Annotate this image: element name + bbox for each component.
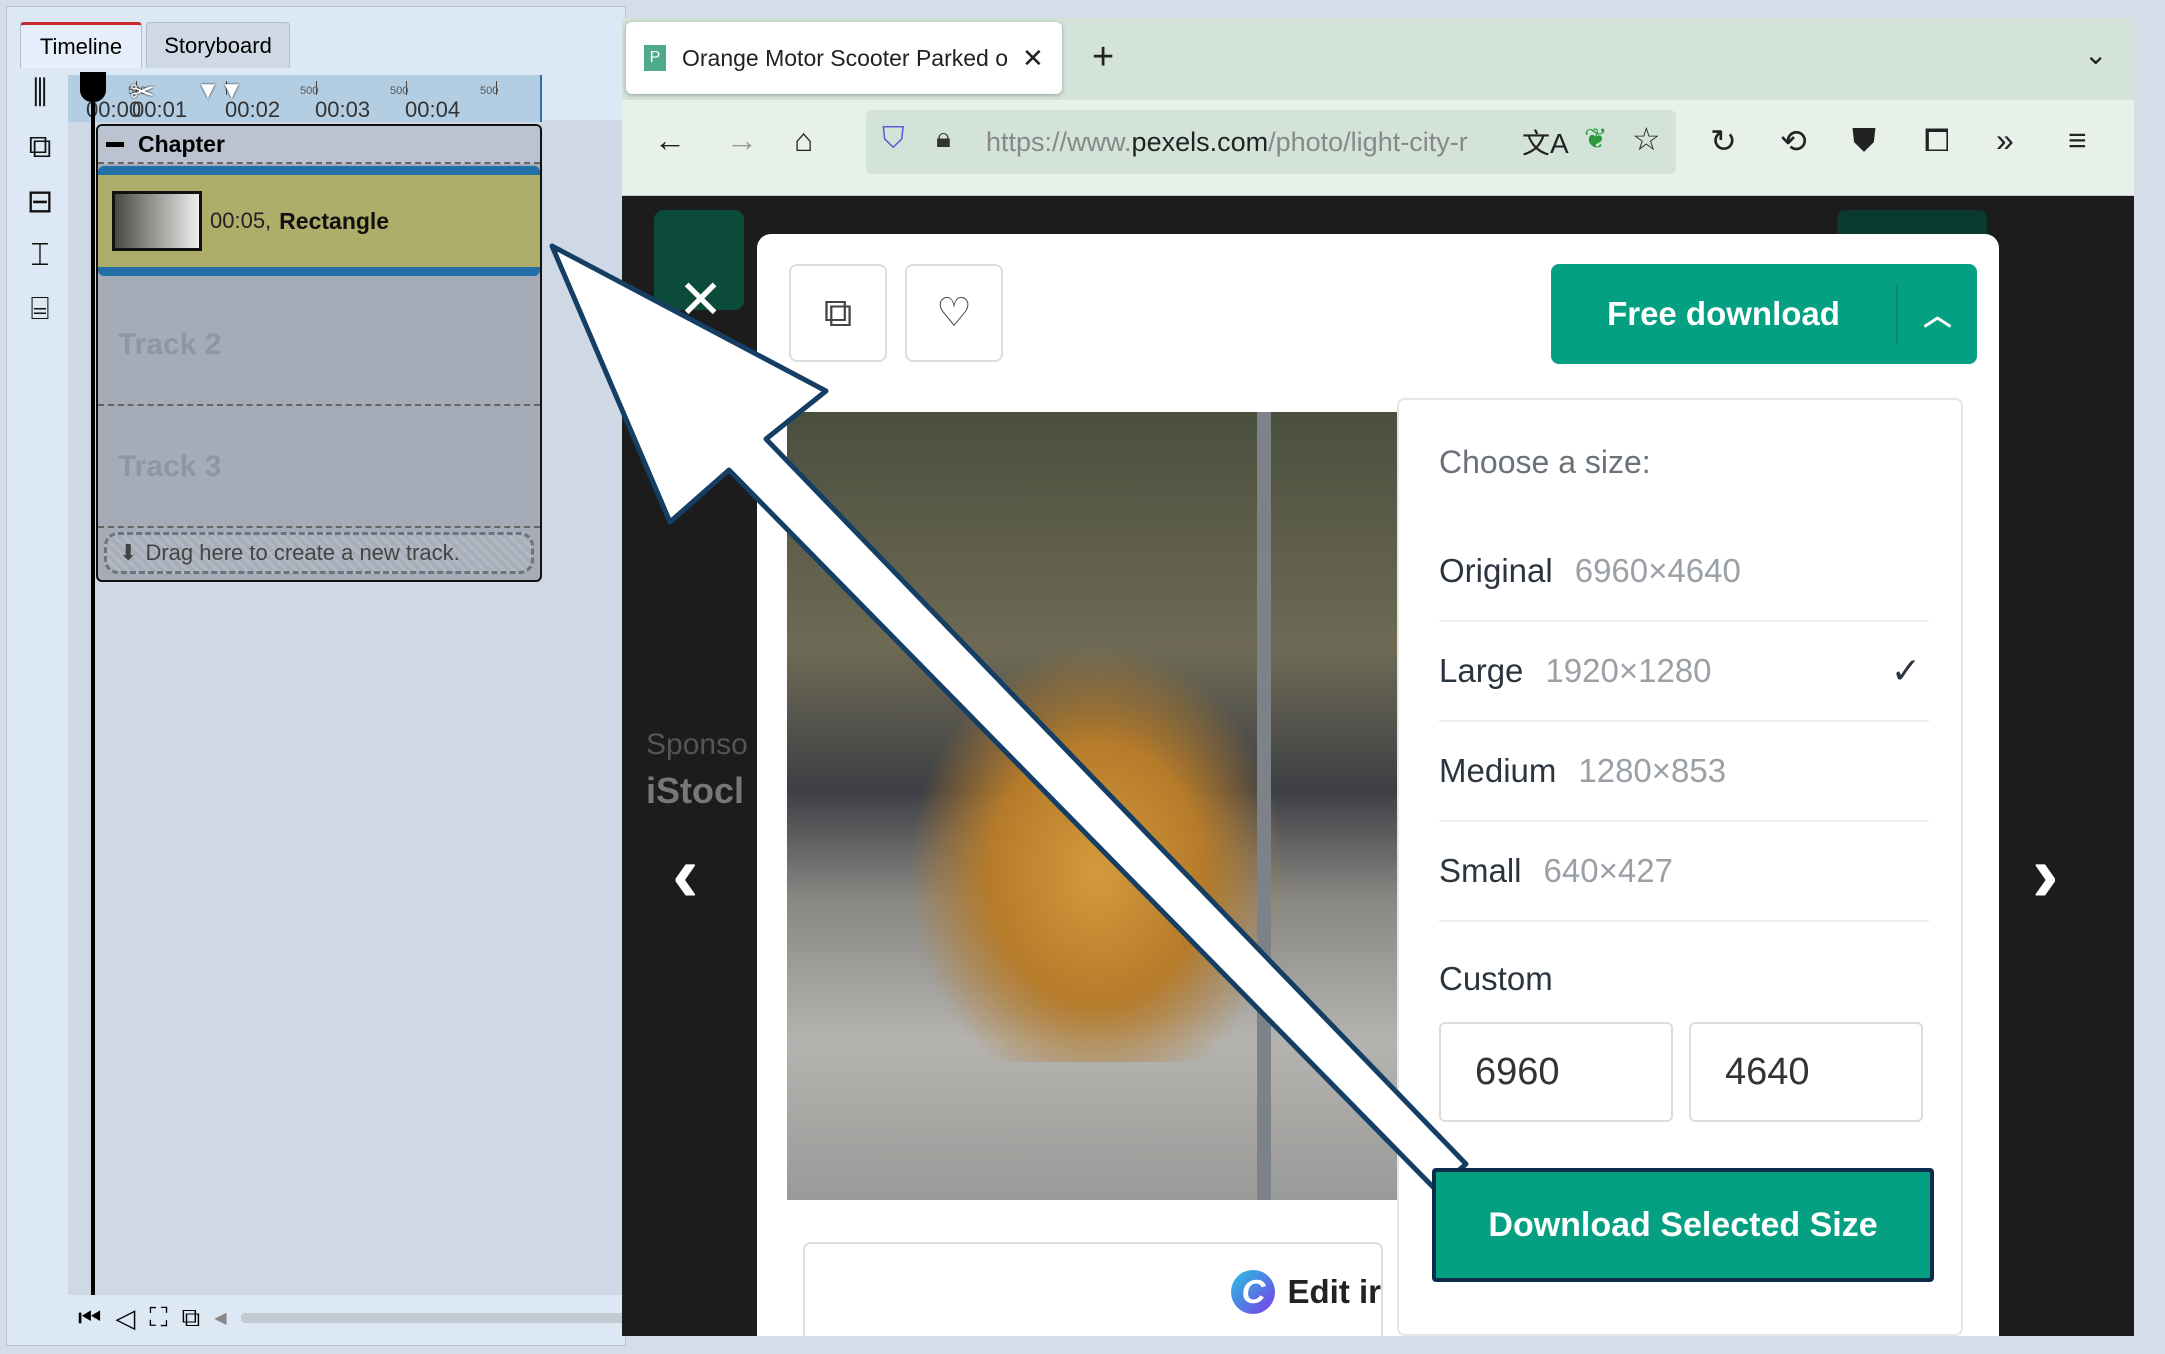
size-option-medium[interactable]: Medium 1280×853 bbox=[1439, 722, 1929, 822]
tab-list-icon[interactable]: ⌄ bbox=[2084, 38, 2107, 71]
add-track-icon[interactable]: ⧉ bbox=[18, 124, 62, 170]
step-back-icon[interactable]: ◁ bbox=[115, 1303, 135, 1334]
tab-timeline[interactable]: Timeline bbox=[20, 22, 142, 68]
browser-tab[interactable]: P Orange Motor Scooter Parked o ✕ bbox=[626, 22, 1062, 94]
sponsor-text: Sponso bbox=[646, 728, 748, 761]
menu-icon[interactable]: ≡ bbox=[2068, 122, 2087, 159]
extension-leaf-icon[interactable]: ❦ bbox=[1584, 122, 1607, 155]
custom-label: Custom bbox=[1439, 960, 1553, 997]
new-track-dropzone[interactable]: ⬇ Drag here to create a new track. bbox=[104, 532, 534, 574]
reload-icon[interactable]: ↻ bbox=[1710, 122, 1737, 160]
fit-view-icon[interactable]: ⛶ bbox=[149, 1302, 167, 1334]
tab-bar: P Orange Motor Scooter Parked o ✕ + ⌄ bbox=[622, 18, 2134, 100]
free-download-label: Free download bbox=[1607, 295, 1840, 332]
chevron-up-icon[interactable]: ︿ bbox=[1898, 294, 1977, 334]
url-domain: pexels.com bbox=[1131, 126, 1269, 157]
custom-height-input[interactable]: 4640 bbox=[1689, 1022, 1923, 1122]
canva-icon: C bbox=[1231, 1270, 1276, 1314]
history-icon[interactable]: ⟲ bbox=[1780, 122, 1807, 160]
ruler-minor: 500 bbox=[300, 85, 319, 97]
clip-thumbnail bbox=[112, 191, 202, 251]
marker-icon[interactable]: ▼▼ bbox=[196, 77, 244, 105]
sponsor-brand: iStocl bbox=[646, 770, 745, 811]
forward-icon[interactable]: → bbox=[726, 122, 758, 159]
time-ruler[interactable]: 500 500 500 500 00:00 00:01 00:02 00:03 … bbox=[68, 75, 542, 122]
ruler-label: 00:04 bbox=[405, 97, 461, 122]
edit-in-label: Edit ir bbox=[1287, 1273, 1381, 1310]
scooter-photo[interactable] bbox=[787, 412, 1403, 1200]
translate-icon[interactable]: 文A bbox=[1522, 122, 1569, 162]
clip-rectangle[interactable]: 00:05, Rectangle bbox=[98, 166, 540, 276]
bookmark-icon: ⧉ bbox=[823, 290, 853, 335]
like-button[interactable]: ♡ bbox=[905, 264, 1003, 362]
playhead[interactable] bbox=[91, 75, 95, 1295]
ruler-label: 00:03 bbox=[315, 97, 371, 122]
scroll-left-icon[interactable]: ◀ bbox=[214, 1308, 226, 1328]
chapter-header[interactable]: Chapter bbox=[98, 126, 540, 164]
expand-tracks-icon[interactable]: ⌸ bbox=[18, 286, 62, 332]
url-prefix: https://www. bbox=[986, 126, 1132, 157]
new-tab-icon[interactable]: + bbox=[1092, 36, 1114, 79]
pocket-icon[interactable]: ⛊ bbox=[1852, 122, 1876, 160]
clip-time: 00:05, bbox=[210, 208, 272, 233]
split-tracks-icon[interactable]: ⫼ bbox=[18, 70, 62, 116]
custom-width-input[interactable]: 6960 bbox=[1439, 1022, 1673, 1122]
heart-icon: ♡ bbox=[936, 291, 972, 335]
url-path: /photo/light-city-r bbox=[1268, 126, 1468, 157]
collapse-icon[interactable] bbox=[106, 142, 124, 147]
checkmark-icon: ✓ bbox=[1890, 650, 1921, 691]
nav-toolbar: ← → ⌂ ⛉ 🔒︎ https://www. pexels.com/photo/… bbox=[622, 100, 2134, 196]
scissors-icon[interactable]: ✂ bbox=[130, 75, 155, 110]
size-option-original[interactable]: Original 6960×4640 bbox=[1439, 522, 1929, 622]
collect-button[interactable]: ⧉ bbox=[789, 264, 887, 362]
track-3[interactable]: Track 3 bbox=[98, 408, 540, 528]
browser-window: P Orange Motor Scooter Parked o ✕ + ⌄ ← … bbox=[622, 18, 2134, 1336]
preview-icon[interactable]: ⧉ bbox=[182, 1302, 201, 1334]
remove-track-icon[interactable]: ⊟ bbox=[18, 178, 62, 224]
chapter-label: Chapter bbox=[138, 130, 225, 157]
overflow-icon[interactable]: » bbox=[1996, 122, 2014, 159]
url-bar[interactable]: ⛉ 🔒︎ https://www. pexels.com/photo/light-… bbox=[866, 110, 1676, 174]
transport-bar: ⏮ ◁ ⛶ ⧉ ◀ bbox=[70, 1298, 624, 1338]
timeline-toolbar: ⫼ ⧉ ⊟ ⌶ ⌸ bbox=[18, 70, 66, 370]
pexels-favicon-icon: P bbox=[644, 45, 666, 71]
scooter-shape bbox=[907, 642, 1287, 1062]
download-selected-size-button[interactable]: Download Selected Size bbox=[1432, 1168, 1934, 1282]
fit-tracks-icon[interactable]: ⌶ bbox=[18, 232, 62, 278]
size-option-small[interactable]: Small 640×427 bbox=[1439, 822, 1929, 922]
shield-icon[interactable]: ⛉ bbox=[882, 122, 905, 156]
horizontal-scrollbar[interactable] bbox=[240, 1313, 624, 1323]
track-list: Chapter 00:05, Rectangle Track 2 Track 3… bbox=[96, 124, 542, 582]
tab-title: Orange Motor Scooter Parked o bbox=[682, 44, 1008, 71]
tab-storyboard[interactable]: Storyboard bbox=[146, 22, 290, 68]
lock-icon[interactable]: 🔒︎ bbox=[936, 122, 951, 155]
back-icon[interactable]: ← bbox=[654, 122, 686, 159]
close-modal-icon[interactable]: ✕ bbox=[678, 268, 723, 331]
edit-in-canva-button[interactable]: C Edit ir bbox=[803, 1242, 1383, 1336]
size-option-large[interactable]: Large 1920×1280 ✓ bbox=[1439, 622, 1929, 722]
down-arrow-icon: ⬇ bbox=[119, 540, 138, 565]
skip-start-icon[interactable]: ⏮ bbox=[78, 1302, 101, 1334]
home-icon[interactable]: ⌂ bbox=[794, 122, 813, 159]
ruler-minor: 500 bbox=[480, 85, 499, 97]
bookmark-star-icon[interactable]: ☆ bbox=[1632, 120, 1661, 158]
prev-photo-icon[interactable]: ‹ bbox=[672, 828, 699, 920]
track-2[interactable]: Track 2 bbox=[98, 286, 540, 406]
next-photo-icon[interactable]: › bbox=[2032, 828, 2059, 920]
pole bbox=[1257, 412, 1271, 1200]
extensions-icon[interactable]: ⧠ bbox=[1924, 122, 1950, 160]
close-tab-icon[interactable]: ✕ bbox=[1022, 43, 1044, 74]
ruler-minor: 500 bbox=[390, 85, 409, 97]
new-track-hint: Drag here to create a new track. bbox=[145, 540, 460, 565]
clip-name: Rectangle bbox=[279, 207, 390, 234]
choose-size-label: Choose a size: bbox=[1439, 444, 1651, 480]
free-download-button[interactable]: Free download ︿ bbox=[1551, 264, 1977, 364]
